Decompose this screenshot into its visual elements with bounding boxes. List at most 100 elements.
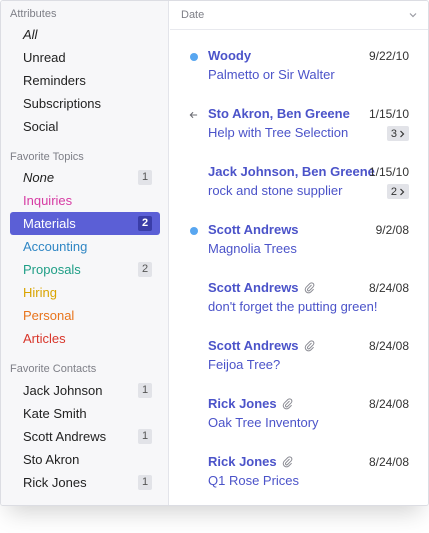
sidebar-item-label: Accounting [23, 239, 88, 254]
sidebar-item-contact-kate-smith[interactable]: Kate Smith [10, 402, 160, 425]
sidebar-item-topic-articles[interactable]: Articles [10, 327, 160, 350]
sidebar-item-label: Sto Akron [23, 452, 80, 467]
sidebar-item-topic-inquiries[interactable]: Inquiries [10, 189, 160, 212]
sender-name: Woody [208, 48, 252, 63]
chevron-right-icon [400, 188, 405, 195]
thread-count-badge[interactable]: 2 [386, 184, 409, 199]
message-sender: Scott Andrews [208, 280, 315, 295]
sidebar-item-label: Reminders [23, 73, 86, 88]
sidebar-item-contact-sto-akron[interactable]: Sto Akron [10, 448, 160, 471]
message-subject: Magnolia Trees [208, 241, 297, 256]
message-row[interactable]: Scott Andrews 9/2/08 Magnolia Trees [170, 219, 428, 277]
sender-name: Scott Andrews [208, 280, 299, 295]
sidebar-item-label: All [23, 27, 38, 42]
count-badge: 1 [138, 475, 152, 490]
sender-name: Scott Andrews [208, 222, 299, 237]
message-sender: Woody [208, 48, 251, 63]
mail-window: Attributes All Unread Reminders Subscrip… [0, 0, 429, 506]
sidebar-item-topic-proposals[interactable]: Proposals 2 [10, 258, 160, 281]
sidebar-item-reminders[interactable]: Reminders [10, 69, 160, 92]
message-date: 8/24/08 [368, 455, 409, 469]
message-date: 8/24/08 [368, 281, 409, 295]
sidebar-item-label: Proposals [23, 262, 81, 277]
message-date: 9/22/10 [368, 49, 409, 63]
message-date: 9/2/08 [375, 223, 409, 237]
sidebar-item-label: Unread [23, 50, 66, 65]
message-list-pane: Date Woody 9/22/10 Palmetto or Sir Walte… [170, 1, 428, 505]
message-subject: don't forget the putting green! [208, 299, 378, 314]
message-date: 8/24/08 [368, 397, 409, 411]
sender-name: Sto Akron, Ben Greene [208, 106, 350, 121]
message-subject: Oak Tree Inventory [208, 415, 319, 430]
thread-count: 3 [390, 127, 397, 140]
message-date: 8/24/08 [368, 339, 409, 353]
attributes-heading: Attributes [10, 8, 57, 20]
message-subject: rock and stone supplier [208, 183, 343, 198]
message-row[interactable]: Rick Jones 8/24/08 Oak Tree Inventory [170, 393, 428, 451]
sidebar-item-label: Hiring [23, 285, 57, 300]
paperclip-icon [304, 340, 314, 352]
sidebar-item-label: Kate Smith [23, 406, 87, 421]
thread-count: 2 [390, 185, 397, 198]
sidebar-item-contact-jack-johnson[interactable]: Jack Johnson 1 [10, 379, 160, 402]
sidebar-item-label: Articles [23, 331, 66, 346]
message-subject: Feijoa Tree? [208, 357, 281, 372]
count-badge: 1 [138, 383, 152, 398]
sort-header[interactable]: Date [170, 1, 428, 30]
sidebar-item-label: Subscriptions [23, 96, 102, 111]
message-subject: Help with Tree Selection [208, 125, 349, 140]
message-sender: Rick Jones [208, 396, 293, 411]
sidebar-item-all[interactable]: All [10, 23, 160, 46]
sender-name: Scott Andrews [208, 338, 299, 353]
paperclip-icon [282, 456, 292, 468]
sidebar-item-topic-accounting[interactable]: Accounting [10, 235, 160, 258]
message-row[interactable]: Jack Johnson, Ben Greene 1/15/10 rock an… [170, 161, 428, 219]
count-badge: 2 [138, 216, 152, 231]
unread-dot-icon [189, 227, 198, 235]
replied-indicator [189, 108, 198, 122]
message-sender: Scott Andrews [208, 222, 299, 237]
sidebar-item-social[interactable]: Social [10, 115, 160, 138]
message-sender: Sto Akron, Ben Greene [208, 106, 350, 121]
sidebar-item-contact-scott-andrews[interactable]: Scott Andrews 1 [10, 425, 160, 448]
sidebar-item-subscriptions[interactable]: Subscriptions [10, 92, 160, 115]
sender-name: Jack Johnson, Ben Greene [208, 164, 375, 179]
sender-name: Rick Jones [208, 454, 277, 469]
favorite-contacts-heading: Favorite Contacts [10, 363, 97, 375]
count-badge: 1 [138, 170, 152, 185]
message-row[interactable]: Scott Andrews 8/24/08 Feijoa Tree? [170, 335, 428, 393]
sidebar-item-topic-materials[interactable]: Materials 2 [10, 212, 160, 235]
count-badge: 2 [138, 262, 152, 277]
unread-indicator [189, 50, 198, 64]
sidebar-item-label: Jack Johnson [23, 383, 103, 398]
sidebar-item-topic-personal[interactable]: Personal [10, 304, 160, 327]
message-row[interactable]: Sto Akron, Ben Greene 1/15/10 Help with … [170, 103, 428, 161]
message-sender: Rick Jones [208, 454, 293, 469]
unread-indicator [189, 224, 198, 238]
sidebar-item-label: Social [23, 119, 59, 134]
message-row[interactable]: Scott Andrews 8/24/08 don't forget the p… [170, 277, 428, 335]
message-date: 1/15/10 [368, 107, 409, 121]
sidebar-item-label: Scott Andrews [23, 429, 107, 444]
chevron-right-icon [400, 130, 405, 137]
sidebar-item-unread[interactable]: Unread [10, 46, 160, 69]
sidebar-item-topic-none[interactable]: None 1 [10, 166, 160, 189]
message-sender: Scott Andrews [208, 338, 315, 353]
message-row[interactable]: Rick Jones 8/24/08 Q1 Rose Prices [170, 451, 428, 505]
message-row[interactable]: Woody 9/22/10 Palmetto or Sir Walter [170, 45, 428, 103]
sidebar-item-label: Personal [23, 308, 75, 323]
count-badge: 1 [138, 429, 152, 444]
message-date: 1/15/10 [368, 165, 409, 179]
sidebar-item-label: None [23, 170, 55, 185]
sidebar-item-contact-rick-jones[interactable]: Rick Jones 1 [10, 471, 160, 494]
unread-dot-icon [189, 53, 198, 61]
sort-label: Date [181, 9, 205, 21]
chevron-down-icon[interactable] [408, 10, 418, 20]
thread-count-badge[interactable]: 3 [386, 126, 409, 141]
sidebar-item-label: Inquiries [23, 193, 73, 208]
paperclip-icon [304, 282, 314, 294]
sidebar: Attributes All Unread Reminders Subscrip… [1, 1, 169, 505]
favorite-topics-heading: Favorite Topics [10, 151, 84, 163]
sidebar-item-label: Rick Jones [23, 475, 87, 490]
sidebar-item-topic-hiring[interactable]: Hiring [10, 281, 160, 304]
